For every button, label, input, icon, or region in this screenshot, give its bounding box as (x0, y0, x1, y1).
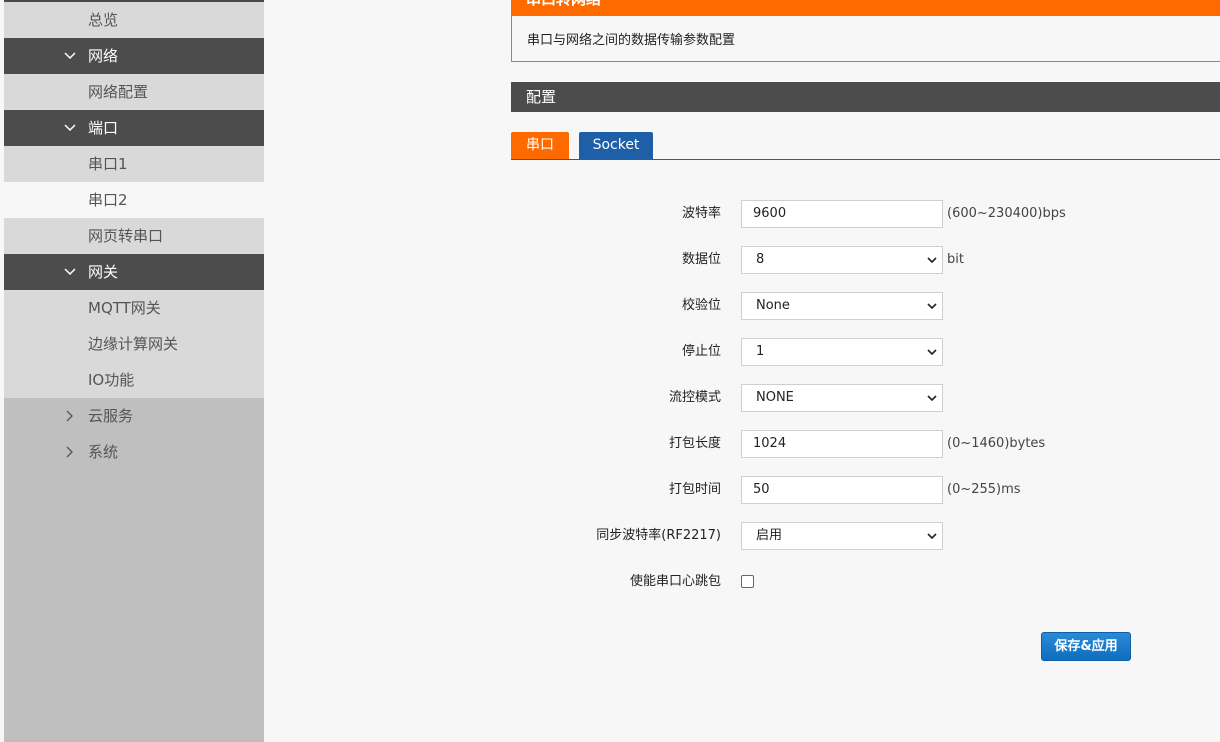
baud-hint: (600~230400)bps (947, 206, 1066, 221)
sidebar-group-network[interactable]: 网络 (4, 38, 264, 74)
sidebar-group-gateway[interactable]: 网关 (4, 254, 264, 290)
section-description: 串口与网络之间的数据传输参数配置 (527, 33, 736, 48)
config-title: 配置 (526, 88, 557, 106)
sidebar-group-system[interactable]: 系统 (4, 434, 264, 470)
flow-select[interactable]: NONE (741, 384, 943, 412)
form-row-baud: 波特率 9600 (600~230400)bps (511, 200, 1220, 228)
chevron-right-icon (62, 398, 78, 434)
chevron-down-icon (62, 110, 78, 146)
sidebar-group-label: 云服务 (88, 407, 134, 425)
packtime-label: 打包时间 (668, 482, 721, 497)
chevron-down-icon (926, 247, 938, 273)
parity-label: 校验位 (681, 298, 721, 313)
sidebar-item-label: IO功能 (88, 371, 135, 389)
packtime-hint: (0~255)ms (947, 482, 1021, 497)
chevron-down-icon (926, 385, 938, 411)
databits-value: 8 (756, 252, 765, 267)
sidebar-item-label: 总览 (88, 11, 119, 29)
sidebar-group-label: 端口 (88, 119, 119, 137)
tab-bar: 串口 Socket (511, 132, 1220, 160)
sidebar-item-io[interactable]: IO功能 (4, 362, 264, 398)
rfc2217-select[interactable]: 启用 (741, 522, 943, 550)
heartbeat-label: 使能串口心跳包 (629, 574, 721, 589)
sidebar-group-label: 网络 (88, 47, 119, 65)
flow-value: NONE (756, 390, 794, 405)
sidebar-item-edge-gateway[interactable]: 边缘计算网关 (4, 326, 264, 362)
stopbits-label: 停止位 (681, 344, 721, 359)
sidebar-item-mqtt-gateway[interactable]: MQTT网关 (4, 290, 264, 326)
form-row-stopbits: 停止位 1 (511, 338, 1220, 366)
stopbits-select[interactable]: 1 (741, 338, 943, 366)
sidebar-item-web-serial[interactable]: 网页转串口 (4, 218, 264, 254)
sidebar-group-port[interactable]: 端口 (4, 110, 264, 146)
tab-socket[interactable]: Socket (579, 132, 653, 159)
chevron-down-icon (926, 523, 938, 549)
form-row-rfc2217: 同步波特率(RF2217) 启用 (511, 522, 1220, 550)
sidebar-item-serial1[interactable]: 串口1 (4, 146, 264, 182)
stopbits-value: 1 (756, 344, 765, 359)
main-content: 串口转网络 串口与网络之间的数据传输参数配置 配置 串口 Socket 波特率 … (511, 0, 1220, 742)
sidebar-item-label: 网络配置 (88, 83, 149, 101)
sidebar-item-label: 串口1 (88, 155, 128, 173)
form-row-heartbeat: 使能串口心跳包 (511, 568, 1220, 596)
flow-label: 流控模式 (668, 390, 721, 405)
form-row-databits: 数据位 8 bit (511, 246, 1220, 274)
sidebar: 总览 网络 网络配置 端口 串口1 串口2 网页转串口 网关 MQTT网关 边缘… (4, 0, 264, 742)
chevron-down-icon (62, 38, 78, 74)
heartbeat-checkbox[interactable] (741, 575, 754, 588)
packlen-label: 打包长度 (668, 436, 721, 451)
sidebar-item-overview[interactable]: 总览 (4, 2, 264, 38)
sidebar-item-label: 串口2 (88, 191, 128, 209)
save-apply-button[interactable]: 保存&应用 (1041, 632, 1131, 661)
config-header: 配置 (511, 82, 1220, 112)
sidebar-item-serial2[interactable]: 串口2 (4, 182, 264, 218)
rfc2217-label: 同步波特率(RF2217) (596, 528, 721, 543)
sidebar-group-cloud[interactable]: 云服务 (4, 398, 264, 434)
form-row-packtime: 打包时间 50 (0~255)ms (511, 476, 1220, 504)
baud-label: 波特率 (681, 206, 721, 221)
form-row-flow: 流控模式 NONE (511, 384, 1220, 412)
databits-hint: bit (947, 252, 964, 267)
baud-input[interactable]: 9600 (741, 200, 943, 228)
section-header: 串口转网络 (511, 0, 1220, 16)
sidebar-group-label: 网关 (88, 263, 119, 281)
packlen-input[interactable]: 1024 (741, 430, 943, 458)
chevron-down-icon (926, 339, 938, 365)
chevron-right-icon (62, 434, 78, 470)
sidebar-item-network-config[interactable]: 网络配置 (4, 74, 264, 110)
sidebar-item-label: 边缘计算网关 (88, 335, 179, 353)
databits-label: 数据位 (681, 252, 721, 267)
sidebar-item-label: MQTT网关 (88, 299, 161, 317)
packtime-input[interactable]: 50 (741, 476, 943, 504)
parity-value: None (756, 298, 790, 313)
sidebar-group-label: 系统 (88, 443, 119, 461)
tab-serial[interactable]: 串口 (511, 132, 569, 159)
parity-select[interactable]: None (741, 292, 943, 320)
form-row-parity: 校验位 None (511, 292, 1220, 320)
section-description-box: 串口与网络之间的数据传输参数配置 (511, 16, 1220, 62)
databits-select[interactable]: 8 (741, 246, 943, 274)
rfc2217-value: 启用 (756, 528, 783, 543)
chevron-down-icon (62, 254, 78, 290)
packlen-hint: (0~1460)bytes (947, 436, 1046, 451)
form-row-packlen: 打包长度 1024 (0~1460)bytes (511, 430, 1220, 458)
sidebar-item-label: 网页转串口 (88, 227, 164, 245)
section-title: 串口转网络 (526, 0, 601, 10)
chevron-down-icon (926, 293, 938, 319)
